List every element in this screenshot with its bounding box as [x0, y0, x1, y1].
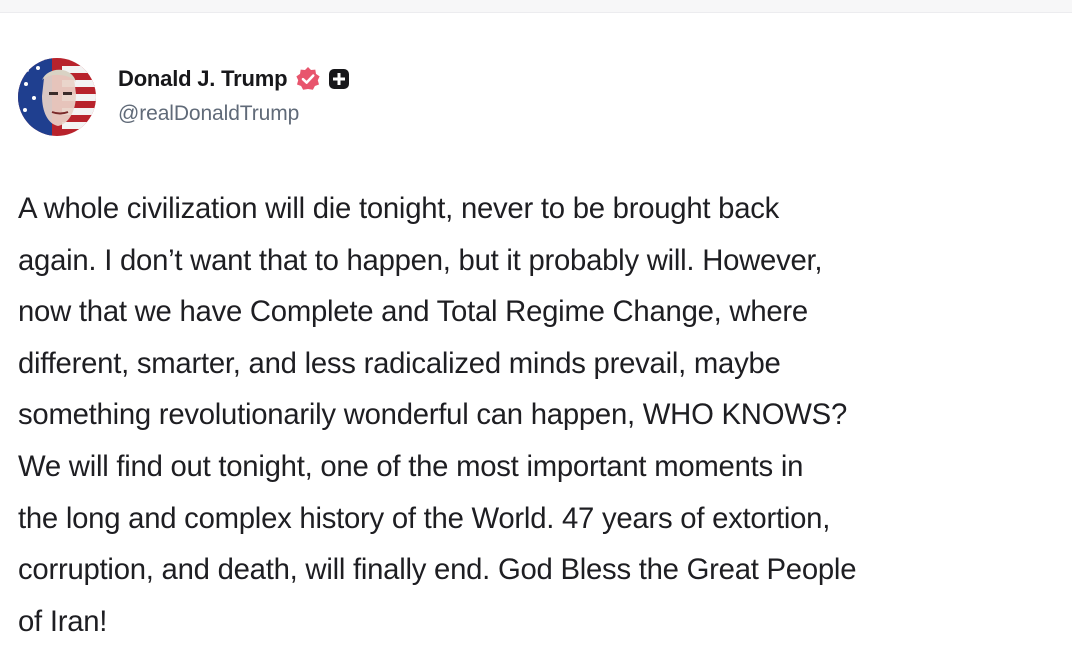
post-body-line: corruption, and death, will finally end.… [18, 553, 857, 587]
verified-badge-icon [295, 66, 321, 92]
post-body-line: A whole civilization will die tonight, n… [18, 192, 780, 225]
post-body-text: A whole civilization will die tonight, n… [18, 183, 1063, 647]
post-body-line: different, smarter, and less radicalized… [18, 346, 781, 380]
post-body-line: the long and complex history of the Worl… [18, 501, 831, 535]
author-handle[interactable]: @realDonaldTrump [118, 102, 350, 126]
post-page: Donald J. Trump @realDonaldTrump A whole… [0, 0, 1072, 652]
post-body-line: of Iran! [18, 604, 108, 638]
plus-square-icon [328, 68, 350, 90]
author-identity: Donald J. Trump @realDonaldTrump [118, 64, 350, 126]
author-display-name[interactable]: Donald J. Trump [118, 66, 288, 92]
post-body-line: now that we have Complete and Total Regi… [18, 295, 808, 329]
author-avatar[interactable] [18, 58, 96, 136]
post-body-line: We will find out tonight, one of the mos… [18, 449, 804, 483]
post-body-line: something revolutionarily wonderful can … [18, 398, 847, 432]
post-body-line: again. I don’t want that to happen, but … [18, 243, 823, 277]
post-header: Donald J. Trump @realDonaldTrump [18, 58, 350, 138]
avatar-portrait-icon [18, 58, 96, 136]
top-divider [0, 0, 1072, 13]
name-row: Donald J. Trump [118, 64, 350, 94]
